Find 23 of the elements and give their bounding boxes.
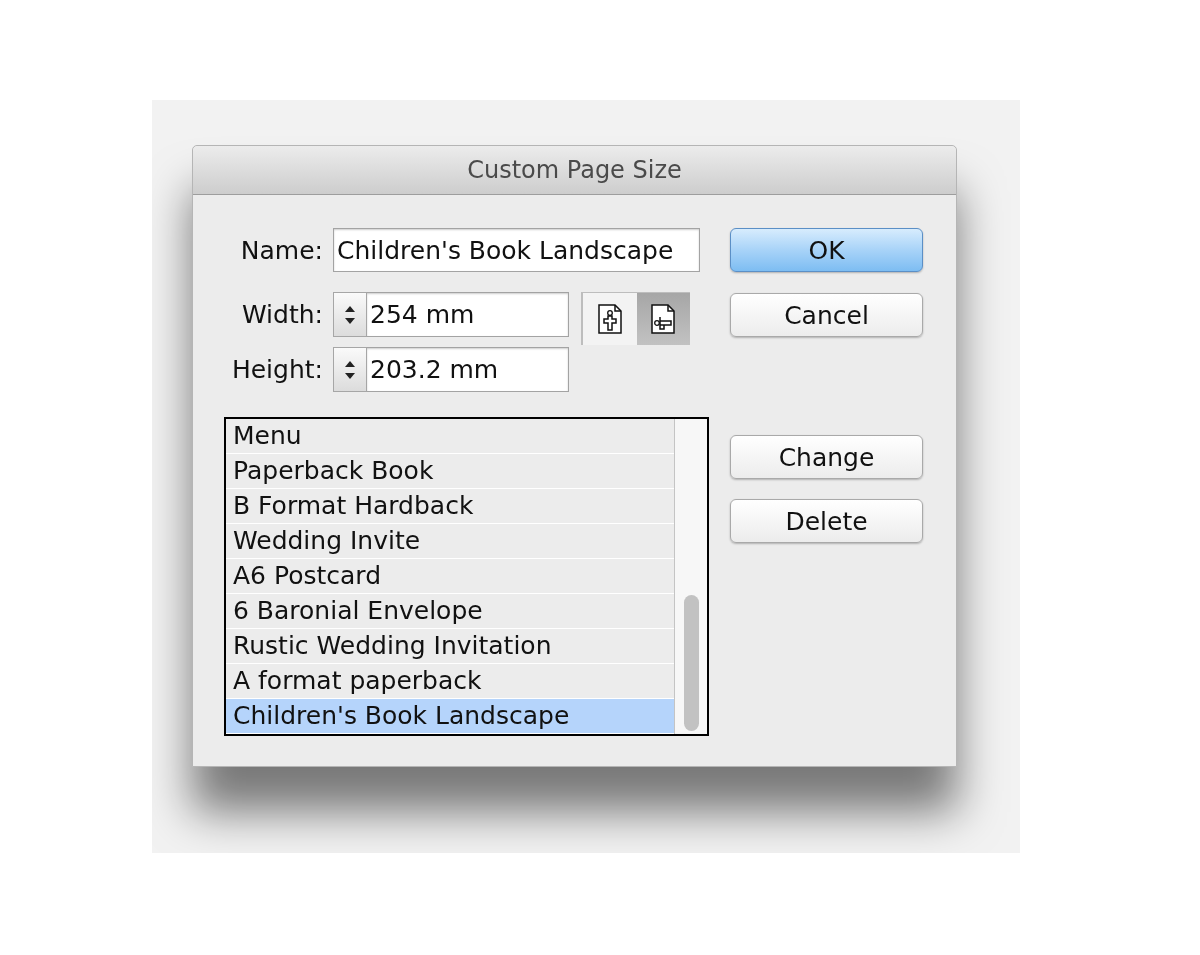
stepper-control[interactable] (333, 347, 367, 392)
dialog-button[interactable]: Cancel (730, 293, 923, 337)
field-label: Height: (230, 357, 323, 382)
field-label: Name: (239, 237, 323, 263)
up-triangle-icon (345, 360, 355, 367)
dialog-button[interactable]: OK (730, 228, 923, 272)
scrollbar-thumb[interactable] (683, 595, 699, 731)
up-triangle-icon (345, 305, 355, 312)
window-title: Custom Page Size (467, 158, 682, 182)
landscape-page-icon (651, 304, 676, 334)
dialog-button[interactable]: Change (730, 435, 923, 479)
number-field[interactable]: 203.2 mm (367, 347, 569, 392)
text-field[interactable]: Children's Book Landscape (333, 228, 700, 272)
down-triangle-icon (345, 372, 355, 379)
dialog-button[interactable]: Delete (730, 499, 923, 543)
number-field[interactable]: 254 mm (367, 292, 569, 337)
scrollbar[interactable] (674, 419, 707, 734)
stepper-control[interactable] (333, 292, 367, 337)
down-triangle-icon (345, 317, 355, 324)
field-label: Width: (240, 302, 323, 327)
list-item[interactable]: Children's Book Landscape (226, 699, 674, 734)
portrait-page-icon (597, 304, 622, 334)
landscape-orientation-button[interactable] (636, 293, 690, 345)
